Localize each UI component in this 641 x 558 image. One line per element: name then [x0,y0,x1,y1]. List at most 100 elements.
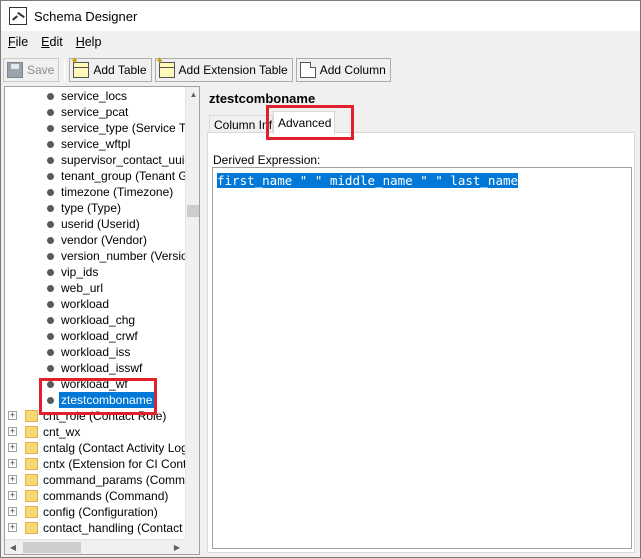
tree-column-label: type (Type) [61,201,122,215]
scroll-left-arrow-icon[interactable]: ◀ [5,540,21,554]
column-bullet-icon [47,381,54,388]
save-button-label: Save [27,63,55,77]
advanced-tab-content: Derived Expression: first_name " " middl… [207,132,635,553]
add-column-button[interactable]: Add Column [295,58,391,82]
add-table-button[interactable]: Add Table [69,56,152,82]
tree-table-label: commands (Command) [43,489,169,503]
expand-icon[interactable]: + [8,475,17,484]
column-bullet-icon [47,301,54,308]
window-title: Schema Designer [34,8,138,24]
tree-column-label: workload_iss [61,345,131,359]
expand-icon[interactable]: + [8,411,17,420]
folder-icon [25,442,38,454]
column-bullet-icon [47,237,54,244]
tree-table-label: command_params (Command [43,473,200,487]
menu-file[interactable]: File [1,33,34,53]
scrollbar-corner [185,539,199,554]
expand-icon[interactable]: + [8,459,17,468]
tree-vertical-scroll-thumb[interactable] [187,205,199,217]
menu-help-mnemonic: H [75,35,85,49]
tree-column-label: workload_crwf [61,329,138,343]
tree-table-label: cntx (Extension for CI Contac [43,457,200,471]
detail-panel: ztestcomboname Column Info Advanced Deri… [204,86,638,555]
menu-help[interactable]: Help [69,33,108,53]
menu-edit[interactable]: Edit [34,33,69,53]
column-bullet-icon [47,173,54,180]
folder-icon [25,506,38,518]
tree-vertical-scrollbar[interactable]: ▲ [185,87,199,539]
expand-icon[interactable]: + [8,507,17,516]
column-bullet-icon [47,221,54,228]
menu-edit-mnemonic: E [41,35,50,49]
tree-table-label: contact_handling (Contact Ha [43,521,200,535]
entity-title: ztestcomboname [209,91,316,106]
add-extension-table-icon [156,56,175,78]
tree-table-label: cnt_role (Contact Role) [43,409,167,423]
tree-column-label: timezone (Timezone) [61,185,174,199]
tree-column-label: vendor (Vendor) [61,233,148,247]
tree-column-label: workload [61,297,110,311]
folder-icon [25,522,38,534]
column-bullet-icon [47,189,54,196]
column-bullet-icon [47,253,54,260]
derived-expression-label: Derived Expression: [213,153,321,167]
folder-icon [25,426,38,438]
expand-icon[interactable]: + [8,491,17,500]
menu-help-label: elp [84,35,102,49]
add-extension-table-button-label: Add Extension Table [178,63,288,77]
menu-bar: File Edit Help [1,33,107,53]
save-button[interactable]: Save [3,58,60,82]
save-icon [7,62,23,78]
tree-column-label: userid (Userid) [61,217,140,231]
tree-column-label: service_type (Service Typ [61,121,199,135]
derived-expression-text: first_name " " middle_name " " last_name [217,173,519,188]
tree-column-label: web_url [61,281,104,295]
menu-edit-label: dit [49,35,63,49]
tree-column-label: tenant_group (Tenant Gro [61,169,199,183]
column-bullet-icon [47,141,54,148]
tree-column-label: vip_ids [61,265,99,279]
tree-column-label: service_locs [61,89,128,103]
tree-horizontal-scroll-thumb[interactable] [23,542,81,553]
menu-file-label: ile [15,35,29,49]
add-column-button-label: Add Column [319,63,386,77]
add-column-icon [299,62,316,78]
add-table-button-label: Add Table [93,63,147,77]
column-bullet-icon [47,333,54,340]
tree-horizontal-scrollbar[interactable]: ◀ ▶ [5,539,185,554]
derived-expression-input[interactable]: first_name " " middle_name " " last_name [212,167,632,549]
schema-tree[interactable]: service_locs service_pcat service_type (Se… [4,86,200,555]
column-bullet-icon [47,365,54,372]
column-bullet-icon [47,317,54,324]
folder-icon [25,474,38,486]
column-bullet-icon [47,349,54,356]
tree-table-label: config (Configuration) [43,505,158,519]
tab-advanced[interactable]: Advanced [273,111,335,134]
tree-column-label: version_number (Version N [61,249,200,263]
tree-table-label: cntalg (Contact Activity Log) [43,441,192,455]
detail-tabs: Column Info Advanced [207,111,635,134]
tree-column-label: service_pcat [61,105,129,119]
scroll-up-arrow-icon[interactable]: ▲ [186,87,199,103]
expand-icon[interactable]: + [8,523,17,532]
expand-icon[interactable]: + [8,427,17,436]
column-bullet-icon [47,269,54,276]
title-bar[interactable]: Schema Designer [1,1,640,31]
column-bullet-icon [47,397,54,404]
schema-designer-window: Schema Designer File Edit Help Save Add … [0,0,641,558]
tree-column-label: service_wftpl [61,137,131,151]
tree-column-label: workload_isswf [61,361,143,375]
add-extension-table-button[interactable]: Add Extension Table [154,56,293,82]
menu-file-mnemonic: F [8,35,16,49]
column-bullet-icon [47,93,54,100]
expand-icon[interactable]: + [8,443,17,452]
tree-column-label: workload_chg [61,313,136,327]
tree-column-label: supervisor_contact_uuid ( [61,153,199,167]
scroll-right-arrow-icon[interactable]: ▶ [169,540,185,554]
tree-column-label: ztestcomboname [59,392,155,408]
toolbar: Save Add Table Add Extension Table Add C… [3,56,639,84]
column-bullet-icon [47,157,54,164]
folder-icon [25,490,38,502]
column-bullet-icon [47,109,54,116]
column-bullet-icon [47,125,54,132]
